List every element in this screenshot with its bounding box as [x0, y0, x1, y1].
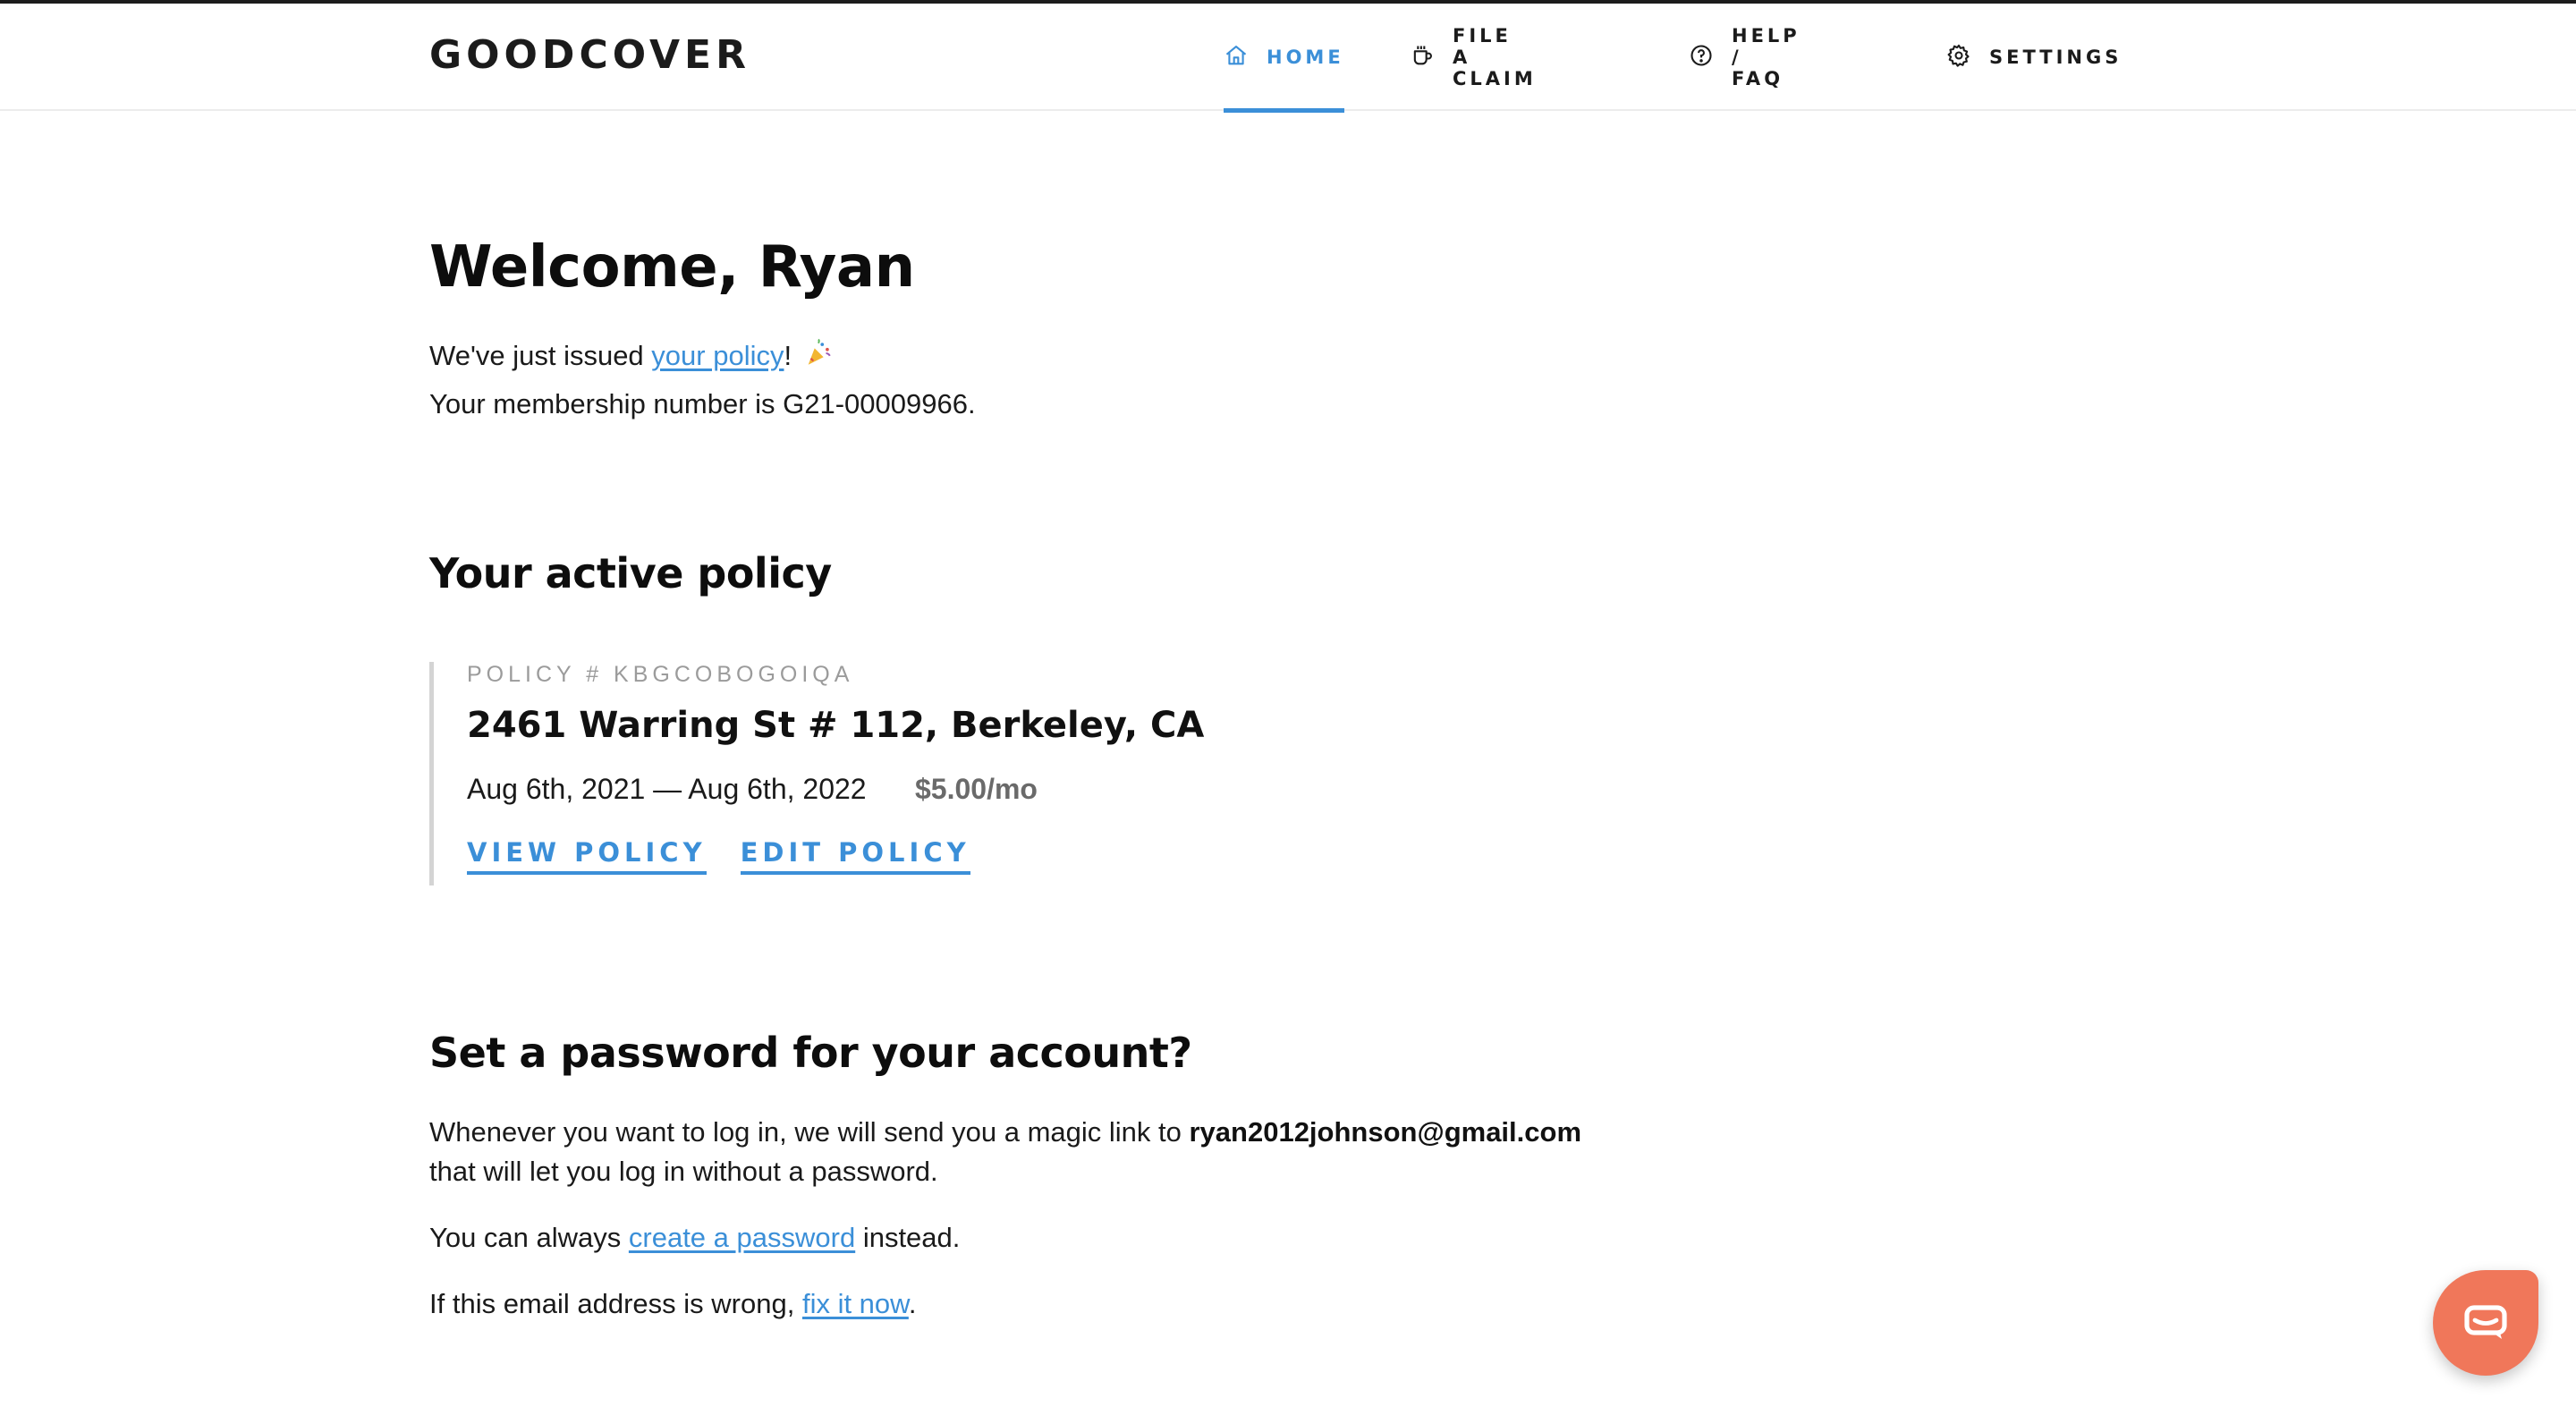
nav-settings-label: SETTINGS	[1989, 47, 2123, 68]
cup-icon	[1410, 43, 1435, 72]
nav-settings[interactable]: SETTINGS	[1946, 4, 2122, 111]
policy-card: POLICY # KBGCOBOGOIQA 2461 Warring St # …	[429, 662, 1234, 885]
home-icon	[1224, 43, 1249, 72]
policy-actions: VIEW POLICY EDIT POLICY	[467, 837, 970, 875]
fix-email-line: If this email address is wrong, fix it n…	[429, 1288, 916, 1320]
create-password-line: You can always create a password instead…	[429, 1222, 960, 1254]
issued-prefix: We've just issued	[429, 340, 652, 371]
party-popper-icon	[803, 338, 834, 376]
your-policy-link[interactable]: your policy	[651, 340, 784, 371]
fix-suffix: .	[908, 1288, 917, 1319]
fix-it-now-link[interactable]: fix it now	[802, 1288, 909, 1319]
logo[interactable]: GOODCOVER	[429, 32, 750, 78]
welcome-title: Welcome, Ryan	[429, 234, 915, 301]
policy-address: 2461 Warring St # 112, Berkeley, CA	[467, 705, 1205, 746]
policy-number: POLICY # KBGCOBOGOIQA	[467, 662, 854, 687]
nav-file-claim-label: FILE A CLAIM	[1453, 25, 1537, 89]
active-policy-heading: Your active policy	[429, 549, 832, 597]
nav-home[interactable]: HOME	[1224, 4, 1344, 113]
view-policy-link[interactable]: VIEW POLICY	[467, 837, 707, 875]
nav-help-faq-label: HELP / FAQ	[1732, 25, 1801, 89]
magic-link-line-2: that will let you log in without a passw…	[429, 1156, 938, 1187]
chat-icon	[2464, 1305, 2507, 1341]
create-suffix: instead.	[855, 1222, 961, 1253]
header: GOODCOVER HOME FILE A CLAIM HELP / FAQ S…	[0, 4, 2576, 113]
create-password-link[interactable]: create a password	[629, 1222, 855, 1253]
issued-line: We've just issued your policy!	[429, 338, 834, 376]
membership-number: Your membership number is G21-00009966.	[429, 388, 976, 419]
policy-price: $5.00/mo	[915, 773, 1038, 805]
create-prefix: You can always	[429, 1222, 629, 1253]
account-email: ryan2012johnson@gmail.com	[1189, 1116, 1582, 1148]
nav-home-label: HOME	[1267, 47, 1344, 68]
fix-prefix: If this email address is wrong,	[429, 1288, 802, 1319]
edit-policy-link[interactable]: EDIT POLICY	[740, 837, 970, 875]
nav-help-faq[interactable]: HELP / FAQ	[1689, 4, 1801, 111]
password-heading: Set a password for your account?	[429, 1029, 1192, 1077]
nav-file-claim[interactable]: FILE A CLAIM	[1410, 4, 1537, 111]
gear-icon	[1946, 43, 1971, 72]
policy-dates: Aug 6th, 2021 — Aug 6th, 2022	[467, 773, 867, 805]
magic-link-prefix: Whenever you want to log in, we will sen…	[429, 1116, 1190, 1148]
issued-suffix: !	[784, 340, 792, 371]
chat-button[interactable]	[2433, 1270, 2538, 1376]
question-circle-icon	[1689, 43, 1714, 72]
magic-link-line: Whenever you want to log in, we will sen…	[429, 1116, 1581, 1148]
